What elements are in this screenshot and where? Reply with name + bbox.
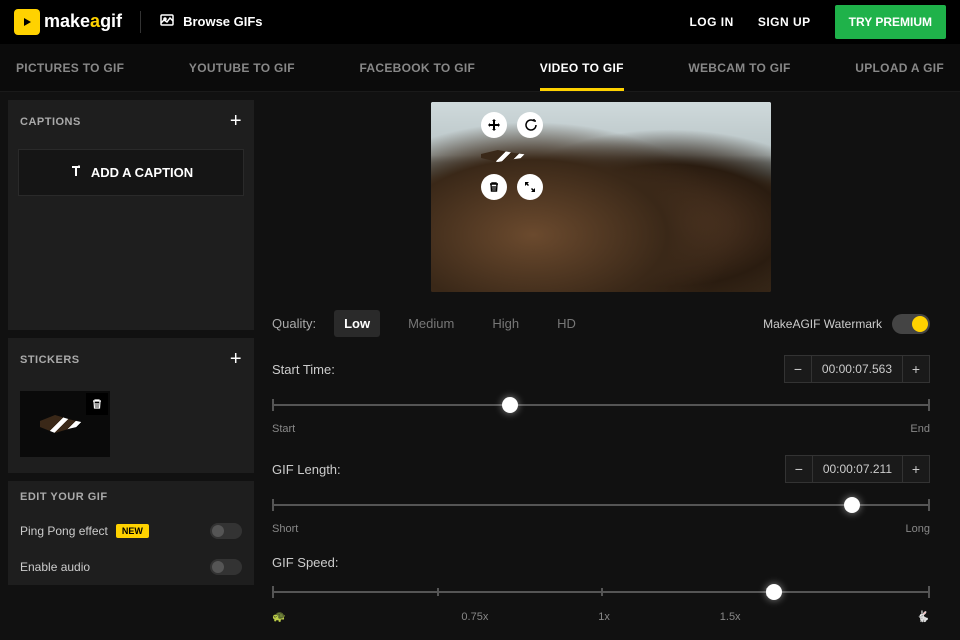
audio-label: Enable audio	[20, 560, 90, 574]
video-preview[interactable]	[431, 102, 771, 292]
quality-low[interactable]: Low	[334, 310, 380, 337]
tab-pictures[interactable]: PICTURES TO GIF	[16, 45, 124, 91]
stickers-title: STICKERS	[20, 354, 80, 366]
new-badge: NEW	[116, 524, 149, 538]
divider	[140, 11, 141, 33]
quality-hd[interactable]: HD	[547, 310, 586, 337]
start-time-label: Start Time:	[272, 362, 335, 377]
image-icon	[159, 12, 175, 31]
short-label: Short	[272, 523, 298, 535]
gif-speed-label: GIF Speed:	[272, 555, 338, 570]
long-label: Long	[906, 523, 930, 535]
audio-toggle[interactable]	[210, 559, 242, 575]
browse-label: Browse GIFs	[183, 14, 262, 29]
eagle-sticker	[40, 409, 90, 439]
gif-length-minus[interactable]: −	[786, 456, 812, 482]
add-sticker-icon[interactable]: +	[230, 348, 242, 371]
pingpong-toggle[interactable]	[210, 523, 242, 539]
try-premium-button[interactable]: TRY PREMIUM	[835, 5, 946, 39]
text-icon	[69, 164, 83, 181]
gif-length-label: GIF Length:	[272, 462, 341, 477]
tab-facebook[interactable]: FACEBOOK TO GIF	[359, 45, 475, 91]
add-caption-label: ADD A CAPTION	[91, 165, 193, 180]
start-time-plus[interactable]: +	[903, 356, 929, 382]
watermark-label: MakeAGIF Watermark	[763, 317, 882, 331]
logo-text: makeagif	[44, 11, 122, 32]
tab-webcam[interactable]: WEBCAM TO GIF	[688, 45, 790, 91]
start-time-minus[interactable]: −	[785, 356, 811, 382]
speed-075: 0.75x	[461, 611, 488, 623]
delete-icon[interactable]	[481, 174, 507, 200]
start-time-value: 00:00:07.563	[811, 356, 903, 382]
start-time-slider[interactable]	[272, 395, 930, 415]
add-caption-icon[interactable]: +	[230, 110, 242, 133]
move-icon[interactable]	[481, 112, 507, 138]
browse-gifs-link[interactable]: Browse GIFs	[159, 12, 262, 31]
tab-youtube[interactable]: YOUTUBE TO GIF	[189, 45, 295, 91]
pingpong-label: Ping Pong effect	[20, 524, 108, 538]
captions-panel: CAPTIONS + ADD A CAPTION	[8, 100, 254, 330]
gif-speed-slider[interactable]	[272, 582, 930, 602]
tab-upload[interactable]: UPLOAD A GIF	[855, 45, 944, 91]
edit-title: EDIT YOUR GIF	[20, 491, 108, 503]
quality-label: Quality:	[272, 316, 316, 331]
sticker-thumb[interactable]	[20, 391, 110, 457]
speed-15x: 1.5x	[720, 611, 741, 623]
stickers-panel: STICKERS +	[8, 338, 254, 473]
login-link[interactable]: LOG IN	[689, 15, 733, 29]
resize-icon[interactable]	[517, 174, 543, 200]
captions-title: CAPTIONS	[20, 116, 81, 128]
delete-sticker-button[interactable]	[86, 393, 108, 415]
end-label: End	[910, 423, 930, 435]
edit-gif-panel: EDIT YOUR GIF Ping Pong effect NEW Enabl…	[8, 481, 254, 585]
watermark-toggle[interactable]	[892, 314, 930, 334]
gif-length-slider[interactable]	[272, 495, 930, 515]
logo[interactable]: makeagif	[14, 9, 122, 35]
turtle-icon: 🐢	[272, 610, 286, 623]
quality-medium[interactable]: Medium	[398, 310, 464, 337]
add-caption-button[interactable]: ADD A CAPTION	[18, 149, 244, 196]
start-label: Start	[272, 423, 295, 435]
gif-length-plus[interactable]: +	[903, 456, 929, 482]
tab-video[interactable]: VIDEO TO GIF	[540, 45, 624, 91]
quality-high[interactable]: High	[482, 310, 529, 337]
rabbit-icon: 🐇	[916, 610, 930, 623]
logo-icon	[14, 9, 40, 35]
speed-1x: 1x	[598, 611, 610, 623]
gif-length-value: 00:00:07.211	[812, 456, 903, 482]
rotate-icon[interactable]	[517, 112, 543, 138]
signup-link[interactable]: SIGN UP	[758, 15, 811, 29]
